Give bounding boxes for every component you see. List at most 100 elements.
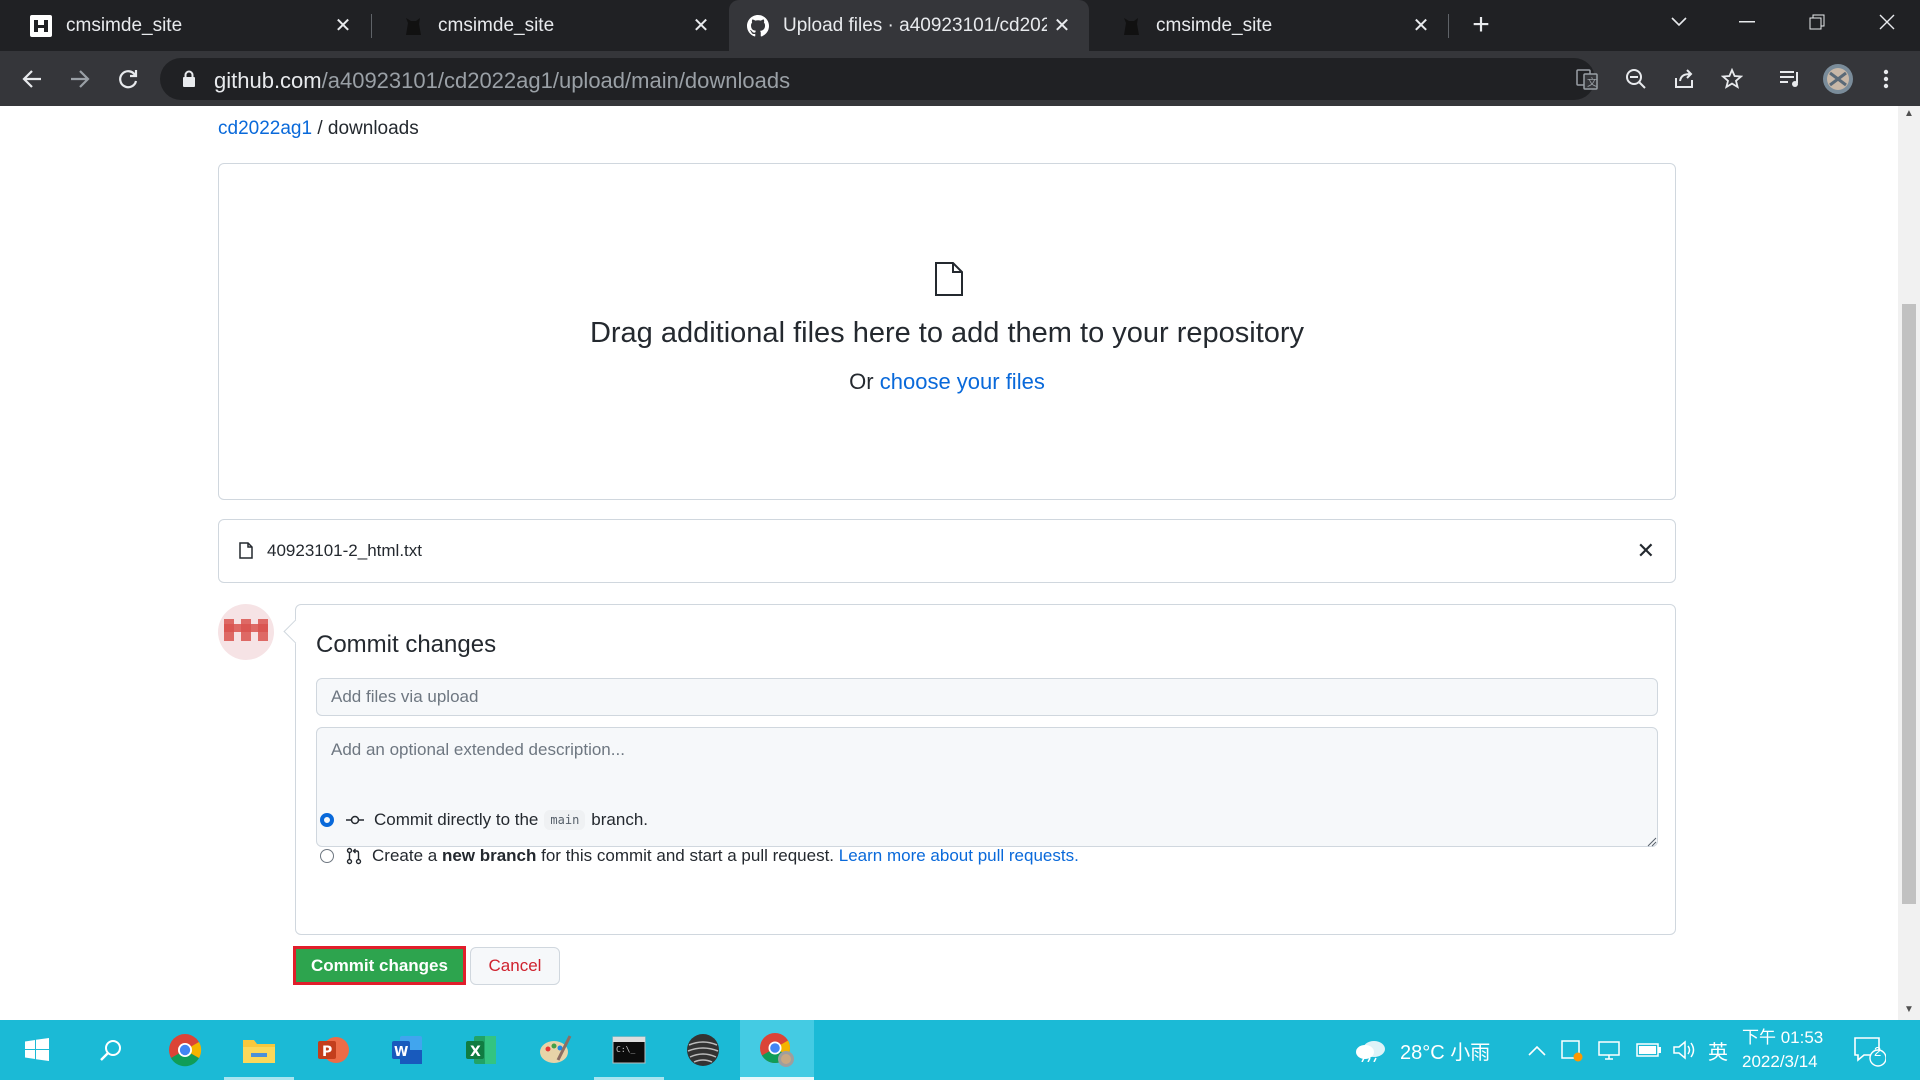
profile-avatar-icon[interactable] bbox=[1818, 59, 1858, 99]
drop-zone-subtitle: Or choose your files bbox=[849, 369, 1045, 394]
drop-zone-title: Drag additional files here to add them t… bbox=[589, 317, 1305, 349]
uploaded-file-name: 40923101-2_html.txt bbox=[267, 541, 422, 560]
branch-name-code: main bbox=[544, 810, 586, 830]
tab-title: cmsimde_site bbox=[1156, 14, 1273, 36]
commit-summary-input[interactable] bbox=[316, 678, 1658, 716]
tab-close-icon[interactable]: ✕ bbox=[328, 13, 358, 38]
battery-icon[interactable] bbox=[1636, 1020, 1662, 1080]
browser-menu-icon[interactable] bbox=[1866, 59, 1906, 99]
github-favicon-icon bbox=[747, 14, 769, 37]
file-drop-zone[interactable]: Drag additional files here to add them t… bbox=[218, 163, 1676, 500]
commit-direct-prefix: Commit directly to the bbox=[374, 810, 539, 829]
cloud-rain-icon bbox=[1356, 1041, 1385, 1062]
uploaded-file-row: 40923101-2_html.txt ✕ bbox=[218, 519, 1676, 583]
tab-title: cmsimde_site bbox=[66, 14, 183, 36]
tab-close-icon[interactable]: ✕ bbox=[686, 13, 716, 38]
tab-separator bbox=[1448, 14, 1449, 38]
tray-overflow-chevron-icon[interactable] bbox=[1528, 1020, 1546, 1080]
media-control-icon[interactable] bbox=[1770, 59, 1810, 99]
excel-icon[interactable]: X bbox=[444, 1020, 518, 1080]
svg-text:W: W bbox=[394, 1045, 408, 1060]
resize-handle-icon[interactable] bbox=[1647, 834, 1657, 852]
tab-cmsimde-1[interactable]: cmsimde_site ✕ bbox=[0, 0, 370, 51]
site-favicon-icon bbox=[30, 14, 52, 37]
notification-center-icon[interactable]: 2 bbox=[1852, 1020, 1886, 1080]
lock-icon[interactable] bbox=[182, 70, 196, 92]
tab-search-chevron-icon[interactable] bbox=[1644, 0, 1714, 44]
tab-close-icon[interactable]: ✕ bbox=[1047, 13, 1077, 38]
commit-heading: Commit changes bbox=[316, 631, 497, 658]
new-branch-bold: new branch bbox=[441, 846, 537, 865]
new-branch-radio[interactable] bbox=[320, 849, 334, 863]
windows-taskbar: P W X C:\_ 28°C 小雨 英 下午 01:53 2022/3/14 bbox=[0, 1020, 1920, 1080]
commit-form: Commit changes Commit directly to the ma… bbox=[295, 604, 1676, 935]
choose-files-link[interactable]: choose your files bbox=[880, 369, 1045, 394]
svg-text:C:\_: C:\_ bbox=[616, 1045, 635, 1054]
new-branch-text-b: for this commit and start a pull request… bbox=[536, 846, 839, 865]
commit-changes-button[interactable]: Commit changes bbox=[293, 946, 466, 985]
breadcrumb-current-dir: downloads bbox=[327, 118, 419, 139]
svg-text:P: P bbox=[322, 1044, 332, 1060]
browser-toolbar: github.com/a40923101/cd2022ag1/upload/ma… bbox=[0, 51, 1920, 106]
browser-tabstrip: cmsimde_site ✕ cmsimde_site ✕ Upload fil… bbox=[0, 0, 1920, 51]
system-clock[interactable]: 下午 01:53 2022/3/14 bbox=[1742, 1026, 1823, 1074]
translate-icon[interactable]: 文 bbox=[1567, 59, 1607, 99]
back-button[interactable] bbox=[12, 59, 52, 99]
search-icon[interactable] bbox=[74, 1020, 148, 1080]
reload-button[interactable] bbox=[108, 59, 148, 99]
forward-button[interactable] bbox=[60, 59, 100, 99]
commit-direct-option[interactable]: Commit directly to the main branch. bbox=[320, 810, 648, 830]
new-tab-button[interactable]: + bbox=[1464, 8, 1498, 42]
tab-cmsimde-2[interactable]: cmsimde_site ✕ bbox=[372, 0, 728, 51]
breadcrumb-repo-link[interactable]: cd2022ag1 bbox=[218, 118, 312, 139]
page-content: cd2022ag1 / downloads Drag additional fi… bbox=[0, 106, 1898, 1020]
restore-button[interactable] bbox=[1782, 0, 1852, 44]
breadcrumb-separator: / bbox=[312, 118, 328, 139]
tray-update-icon[interactable] bbox=[1560, 1020, 1584, 1080]
user-avatar[interactable] bbox=[218, 604, 274, 660]
scroll-up-arrow-icon[interactable]: ▲ bbox=[1903, 108, 1915, 120]
network-icon[interactable] bbox=[1598, 1020, 1622, 1080]
zoom-out-icon[interactable] bbox=[1616, 59, 1656, 99]
address-bar[interactable]: github.com/a40923101/cd2022ag1/upload/ma… bbox=[160, 58, 1595, 100]
cancel-button[interactable]: Cancel bbox=[470, 947, 560, 985]
volume-icon[interactable] bbox=[1672, 1020, 1696, 1080]
paint-icon[interactable] bbox=[518, 1020, 592, 1080]
commit-direct-radio[interactable] bbox=[320, 813, 334, 827]
page-scrollbar[interactable]: ▲ ▼ bbox=[1898, 106, 1920, 1020]
powerpoint-icon[interactable]: P bbox=[296, 1020, 370, 1080]
clock-date: 2022/3/14 bbox=[1742, 1052, 1818, 1071]
notification-count: 2 bbox=[1874, 1044, 1882, 1059]
start-button[interactable] bbox=[0, 1020, 74, 1080]
weather-widget[interactable]: 28°C 小雨 bbox=[1354, 1020, 1490, 1080]
app-globe-icon[interactable] bbox=[666, 1020, 740, 1080]
url-text[interactable]: github.com/a40923101/cd2022ag1/upload/ma… bbox=[214, 68, 790, 94]
breadcrumb: cd2022ag1 / downloads bbox=[218, 118, 419, 140]
commit-direct-suffix: branch. bbox=[591, 810, 648, 829]
scrollbar-thumb[interactable] bbox=[1902, 304, 1916, 904]
bookmark-star-icon[interactable] bbox=[1712, 59, 1752, 99]
svg-text:X: X bbox=[470, 1044, 481, 1060]
minimize-button[interactable] bbox=[1712, 0, 1782, 44]
learn-pull-requests-link[interactable]: Learn more about pull requests. bbox=[839, 846, 1079, 866]
new-branch-option[interactable]: Create a new branch for this commit and … bbox=[320, 846, 1079, 866]
clock-time: 下午 01:53 bbox=[1742, 1028, 1824, 1047]
tab-cmsimde-3[interactable]: cmsimde_site ✕ bbox=[1090, 0, 1448, 51]
ime-indicator[interactable]: 英 bbox=[1708, 1020, 1728, 1080]
share-icon[interactable] bbox=[1664, 59, 1704, 99]
tab-title: cmsimde_site bbox=[438, 14, 555, 36]
tab-title: Upload files · a40923101/cd2022ag1 bbox=[783, 14, 1047, 36]
tab-close-icon[interactable]: ✕ bbox=[1406, 13, 1436, 38]
cat-favicon-icon bbox=[402, 15, 424, 37]
chrome-active-icon[interactable] bbox=[740, 1020, 814, 1080]
remove-file-icon[interactable]: ✕ bbox=[1637, 538, 1655, 564]
git-pull-request-icon bbox=[346, 847, 362, 865]
tab-upload-files[interactable]: Upload files · a40923101/cd2022ag1 ✕ bbox=[729, 0, 1089, 51]
close-window-button[interactable] bbox=[1852, 0, 1920, 44]
chrome-icon[interactable] bbox=[148, 1020, 222, 1080]
terminal-icon[interactable]: C:\_ bbox=[592, 1020, 666, 1080]
file-explorer-icon[interactable] bbox=[222, 1020, 296, 1080]
file-icon bbox=[934, 261, 964, 302]
scroll-down-arrow-icon[interactable]: ▼ bbox=[1903, 1004, 1915, 1016]
word-icon[interactable]: W bbox=[370, 1020, 444, 1080]
